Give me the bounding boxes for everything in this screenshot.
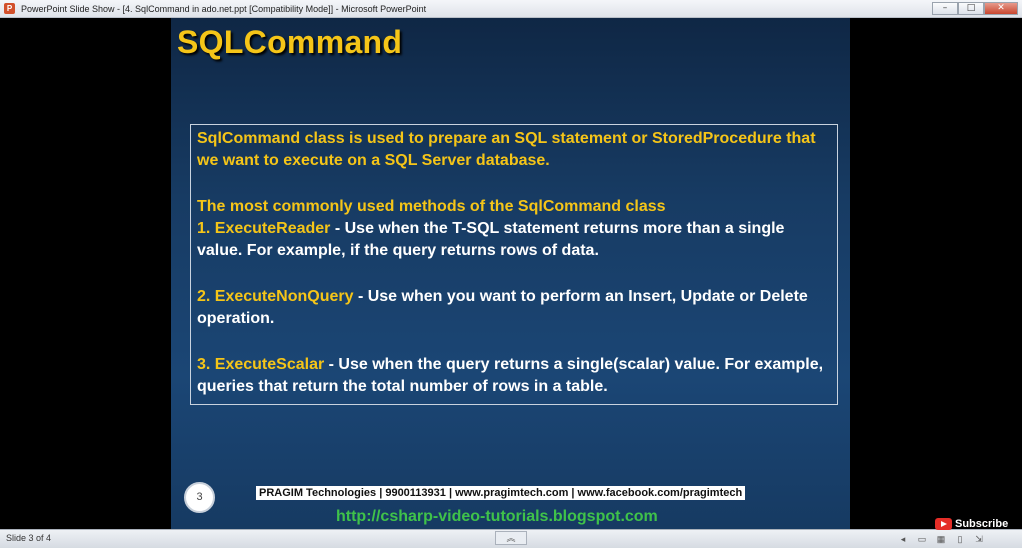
slide-count: Slide 3 of 4 [6,533,52,543]
sorter-view-icon[interactable]: ▦ [934,533,948,545]
maximize-button[interactable]: □ [958,2,984,15]
slide[interactable]: SQLCommand SqlCommand class is used to p… [171,18,850,529]
status-bar: Slide 3 of 4 ︽ ◂ ▭ ▦ ▯ ⇲ [0,529,1022,548]
method-item: 3. ExecuteScalar - Use when the query re… [197,354,829,398]
content-box: SqlCommand class is used to prepare an S… [190,124,838,405]
page-number: 3 [184,482,215,513]
window-title: PowerPoint Slide Show - [4. SqlCommand i… [21,3,427,14]
view-buttons: ◂ ▭ ▦ ▯ ⇲ [896,533,986,545]
collapse-ribbon-button[interactable]: ︽ [495,531,527,545]
minimize-button[interactable]: – [932,2,958,15]
blog-link[interactable]: http://csharp-video-tutorials.blogspot.c… [336,508,658,526]
method-name: 3. ExecuteScalar [197,356,325,373]
window-controls: – □ ✕ [932,2,1018,15]
subscribe-label: Subscribe [955,518,1009,530]
method-item: 2. ExecuteNonQuery - Use when you want t… [197,286,829,330]
method-item: 1. ExecuteReader - Use when the T-SQL st… [197,218,829,262]
previous-arrow-icon[interactable]: ◂ [896,533,910,545]
reading-view-icon[interactable]: ▯ [953,533,967,545]
method-name: 1. ExecuteReader [197,220,331,237]
powerpoint-icon: P [4,3,15,14]
slide-title: SQLCommand [177,24,403,60]
powerpoint-window: P PowerPoint Slide Show - [4. SqlCommand… [0,0,1022,548]
fit-window-icon[interactable]: ⇲ [972,533,986,545]
notes-icon[interactable]: ▭ [915,533,929,545]
youtube-play-icon [935,518,952,530]
close-button[interactable]: ✕ [984,2,1018,15]
title-bar: P PowerPoint Slide Show - [4. SqlCommand… [0,0,1022,18]
method-name: 2. ExecuteNonQuery [197,288,354,305]
intro-text: SqlCommand class is used to prepare an S… [197,130,816,169]
subscribe-overlay[interactable]: Subscribe [935,518,1008,530]
methods-heading: The most commonly used methods of the Sq… [197,198,666,215]
footer-text: PRAGIM Technologies | 9900113931 | www.p… [256,486,746,500]
